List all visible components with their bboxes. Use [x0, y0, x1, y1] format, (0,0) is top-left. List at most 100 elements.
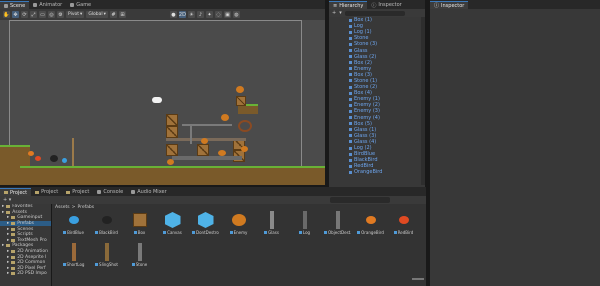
folder-icon — [11, 266, 16, 270]
prefab-icon — [131, 263, 135, 266]
asset-item[interactable]: SlingShot — [93, 242, 120, 272]
tab-game[interactable]: Game — [66, 1, 95, 9]
project-search-input[interactable] — [330, 197, 390, 203]
gameobject-icon — [349, 30, 352, 34]
chevron-right-icon[interactable]: ▸ — [7, 232, 9, 237]
hand-tool-button[interactable]: ✋ — [3, 11, 10, 18]
gizmos-button[interactable]: ◍ — [232, 11, 240, 18]
asset-item[interactable]: DontDestro... — [192, 210, 219, 240]
enemy-ring — [238, 120, 252, 132]
rotate-tool-button[interactable]: ⟳ — [21, 11, 28, 18]
transform-tool-button[interactable]: ◎ — [48, 11, 55, 18]
tab-console[interactable]: Console — [93, 188, 127, 196]
asset-item[interactable]: RedBird — [390, 210, 417, 240]
scene-viewport[interactable] — [0, 20, 325, 185]
asset-item[interactable]: BlackBird — [93, 210, 120, 240]
asset-item[interactable]: Canvas — [159, 210, 186, 240]
asset-thumbnail — [62, 210, 85, 230]
hierarchy-item[interactable]: OrangeBird — [329, 169, 425, 175]
zoom-slider[interactable] — [412, 278, 424, 280]
gameobject-icon — [349, 36, 352, 40]
prefab-icon — [264, 231, 268, 234]
asset-item[interactable]: Log — [291, 210, 318, 240]
chevron-right-icon[interactable]: ▸ — [2, 204, 4, 209]
gameobject-icon — [349, 91, 352, 95]
add-icon[interactable]: + — [332, 10, 336, 16]
tab-inspector-right[interactable]: ⓘ Inspector — [430, 1, 469, 9]
prefab-icon — [95, 263, 99, 266]
asset-item[interactable]: Glass — [258, 210, 285, 240]
snap-button[interactable]: ⊞ — [118, 11, 126, 18]
global-dropdown[interactable]: Global ▾ — [86, 11, 108, 18]
chevron-right-icon[interactable]: ▸ — [2, 210, 4, 215]
chevron-right-icon[interactable]: ▸ — [7, 255, 9, 260]
pivot-dropdown[interactable]: Pivot ▾ — [66, 11, 85, 18]
tab-project-1[interactable]: Project — [0, 188, 32, 196]
chevron-down-icon[interactable]: ▾ — [339, 10, 342, 16]
gameobject-icon — [349, 67, 352, 71]
custom-tool-button[interactable]: ⚙ — [57, 11, 64, 18]
rect-tool-button[interactable]: ▭ — [39, 11, 46, 18]
asset-item[interactable]: Stone — [126, 242, 153, 272]
project-tree: ▸ Favorites ▸ Assets ▸ Gameinput ▸ Prefabs ▸ Scen… — [0, 204, 51, 286]
asset-thumbnail — [161, 210, 184, 230]
folder-icon — [11, 238, 16, 242]
tab-scene[interactable]: Scene — [0, 1, 30, 9]
light-button[interactable]: ☀ — [187, 11, 195, 18]
camera-button[interactable]: ▣ — [223, 11, 231, 18]
asset-item[interactable]: OrangeBird — [357, 210, 384, 240]
move-tool-button[interactable]: ✥ — [12, 11, 19, 18]
asset-item[interactable]: ObjectDest... — [324, 210, 351, 240]
hidden-button[interactable]: ◌ — [214, 11, 222, 18]
gameobject-icon — [349, 49, 352, 53]
chevron-right-icon[interactable]: ▸ — [7, 221, 9, 226]
asset-item[interactable]: ShortLog — [60, 242, 87, 272]
tree-item[interactable]: ▸ 2D Animation — [0, 249, 51, 255]
grid-button[interactable]: # — [109, 11, 117, 18]
asset-item[interactable]: Enemy — [225, 210, 252, 240]
gameobject-icon — [349, 79, 352, 83]
folder-icon — [11, 250, 16, 254]
inspector-panel — [430, 9, 600, 286]
audio-button[interactable]: ♪ — [196, 11, 204, 18]
asset-thumbnail — [194, 210, 217, 230]
console-icon — [97, 190, 102, 194]
tab-hierarchy[interactable]: ≡ Hierarchy — [329, 1, 368, 9]
chevron-right-icon[interactable]: ▸ — [7, 271, 9, 276]
chevron-right-icon[interactable]: ▸ — [7, 260, 9, 265]
inspector-tabbar: ⓘ Inspector — [430, 0, 600, 9]
prefab-icon — [393, 231, 397, 234]
chevron-down-icon: ▾ — [103, 12, 106, 17]
tab-animator[interactable]: Animator — [29, 1, 66, 9]
shading-button[interactable]: ● — [169, 11, 177, 18]
folder-icon — [11, 233, 16, 237]
2d-toggle-button[interactable]: 2D — [179, 11, 186, 18]
tab-project-2[interactable]: Project — [31, 188, 62, 196]
tree-item[interactable]: ▸ 2D Common — [0, 260, 51, 266]
asset-item[interactable]: Box — [126, 210, 153, 240]
scale-tool-button[interactable]: ⤢ — [30, 11, 37, 18]
chevron-right-icon[interactable]: ▸ — [7, 238, 9, 243]
hierarchy-search-input[interactable] — [344, 10, 405, 16]
asset-thumbnail — [293, 210, 316, 230]
add-icon[interactable]: + ▾ — [3, 197, 11, 203]
chevron-right-icon[interactable]: ▸ — [2, 243, 4, 248]
folder-icon — [35, 190, 40, 194]
chevron-right-icon[interactable]: ▸ — [7, 227, 9, 232]
chevron-right-icon[interactable]: ▸ — [7, 215, 9, 220]
tab-project-3[interactable]: Project — [62, 188, 93, 196]
gameobject-icon — [349, 152, 352, 156]
effects-button[interactable]: ✦ — [205, 11, 213, 18]
tree-item[interactable]: ▸ 2D PSD Impo — [0, 271, 51, 277]
gameobject-icon — [349, 164, 352, 168]
tab-audio-mixer[interactable]: Audio Mixer — [127, 188, 170, 196]
gameobject-icon — [349, 103, 352, 107]
animator-icon — [33, 3, 38, 7]
hierarchy-scrollbar[interactable] — [421, 17, 425, 185]
folder-icon — [11, 227, 16, 231]
chevron-right-icon[interactable]: ▸ — [7, 249, 9, 254]
tab-inspector[interactable]: ⓘ Inspector — [367, 1, 405, 9]
asset-item[interactable]: BirdBlue — [60, 210, 87, 240]
gameobject-icon — [349, 24, 352, 28]
chevron-right-icon[interactable]: ▸ — [7, 266, 9, 271]
